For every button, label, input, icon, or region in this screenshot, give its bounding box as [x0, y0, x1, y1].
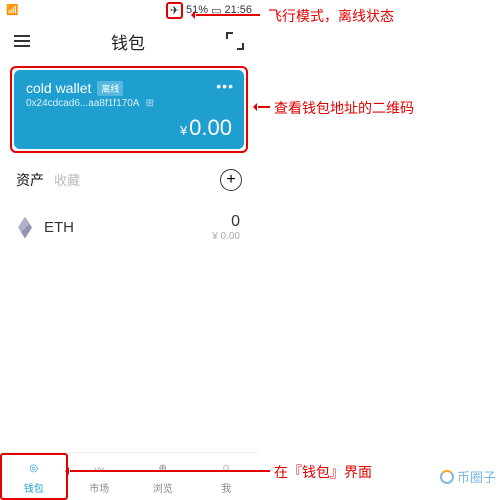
scan-button[interactable] — [226, 32, 244, 50]
status-left: 📶 — [6, 5, 18, 16]
asset-symbol: ETH — [44, 219, 74, 236]
market-nav-icon: 〰 — [89, 458, 109, 478]
annotation-qrcode: 查看钱包地址的二维码 — [274, 98, 414, 118]
signal-icon: 📶 — [6, 5, 18, 16]
watermark-text: 币圈子 — [457, 467, 496, 486]
clock: 21:56 — [224, 4, 252, 16]
plus-icon: + — [226, 171, 235, 189]
arrow-qrcode — [258, 106, 270, 108]
wallet-offline-tag: 离线 — [97, 81, 123, 96]
watermark: 币圈子 — [440, 467, 496, 486]
app-header: 钱包 — [0, 20, 258, 62]
phone-screen: 📶 ✈ 51% ▭ 21:56 钱包 cold wallet 离线 0x24cd… — [0, 0, 258, 500]
annotation-airplane: 飞行模式，离线状态 — [268, 6, 394, 26]
status-bar: 📶 ✈ 51% ▭ 21:56 — [0, 0, 258, 20]
nav-me-label: 我 — [221, 480, 231, 495]
qrcode-icon[interactable]: ⊞ — [146, 98, 154, 109]
nav-market[interactable]: 〰 市场 — [68, 453, 132, 500]
asset-row[interactable]: ETH 0 ¥ 0.00 — [0, 199, 258, 256]
wallet-card[interactable]: cold wallet 离线 0x24cdcad6...aa8f1f170A ⊞… — [14, 70, 244, 149]
watermark-icon — [440, 470, 454, 484]
nav-wallet-label: 钱包 — [24, 480, 44, 495]
menu-icon[interactable] — [14, 35, 30, 47]
asset-fiat: ¥ 0.00 — [212, 231, 240, 242]
balance-value: 0.00 — [189, 115, 232, 140]
browse-nav-icon: ⊕ — [153, 458, 173, 478]
nav-me[interactable]: ☺ 我 — [195, 453, 259, 500]
eth-icon — [18, 217, 32, 239]
assets-header: 资产 收藏 + — [0, 157, 258, 199]
nav-market-label: 市场 — [89, 480, 109, 495]
profile-nav-icon: ☺ — [216, 458, 236, 478]
wallet-card-highlight: cold wallet 离线 0x24cdcad6...aa8f1f170A ⊞… — [10, 66, 248, 153]
status-right: ✈ 51% ▭ 21:56 — [166, 2, 252, 19]
nav-browse[interactable]: ⊕ 浏览 — [131, 453, 195, 500]
bottom-nav: ◎ 钱包 〰 市场 ⊕ 浏览 ☺ 我 — [0, 452, 258, 500]
nav-wallet[interactable]: ◎ 钱包 — [0, 453, 68, 500]
asset-amount: 0 — [212, 213, 240, 231]
airplane-mode-icon: ✈ — [166, 2, 183, 19]
wallet-balance: ¥0.00 — [26, 115, 232, 141]
annotations-layer: 飞行模式，离线状态 查看钱包地址的二维码 在『钱包』界面 币圈子 — [260, 0, 502, 500]
scan-icon — [226, 32, 244, 50]
annotation-wallet-tab: 在『钱包』界面 — [274, 462, 372, 482]
battery-icon: ▭ — [211, 4, 221, 17]
tab-collectibles[interactable]: 收藏 — [54, 170, 80, 190]
tab-assets[interactable]: 资产 — [16, 170, 44, 190]
currency-symbol: ¥ — [180, 123, 187, 138]
add-asset-button[interactable]: + — [220, 169, 242, 191]
page-title: 钱包 — [111, 29, 145, 54]
wallet-nav-icon: ◎ — [24, 458, 44, 478]
wallet-address: 0x24cdcad6...aa8f1f170A — [26, 98, 139, 109]
battery-percent: 51% — [186, 4, 208, 16]
wallet-name: cold wallet — [26, 80, 91, 96]
nav-browse-label: 浏览 — [153, 480, 173, 495]
wallet-more-button[interactable]: ••• — [216, 78, 234, 94]
